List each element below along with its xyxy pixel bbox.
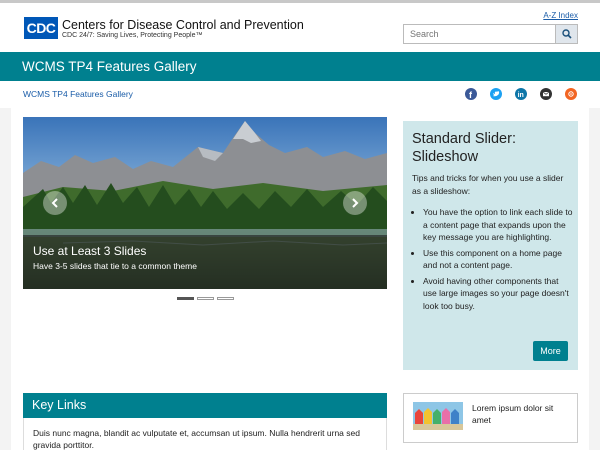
facebook-icon[interactable]: f (465, 88, 477, 100)
tips-list: You have the option to link each slide t… (423, 206, 573, 315)
chevron-right-icon (352, 198, 359, 208)
key-links-header: Key Links (23, 393, 387, 418)
cdc-logo[interactable]: CDC (24, 17, 58, 39)
card-thumbnail (413, 402, 463, 430)
chevron-left-icon (51, 198, 58, 208)
slide-indicator-1[interactable] (177, 297, 194, 300)
email-icon[interactable] (540, 88, 552, 100)
sidebar-intro: Tips and tricks for when you use a slide… (412, 173, 564, 196)
slide-caption-title: Use at Least 3 Slides (33, 244, 147, 258)
twitter-icon[interactable] (490, 88, 502, 100)
site-header: CDC Centers for Disease Control and Prev… (0, 3, 600, 52)
slide-caption: Use at Least 3 Slides Have 3-5 slides th… (23, 235, 387, 289)
slide-indicator-3[interactable] (217, 297, 234, 300)
breadcrumb[interactable]: WCMS TP4 Features Gallery (23, 89, 133, 99)
key-links-body: Duis nunc magna, blandit ac vulputate et… (23, 418, 387, 450)
image-slider[interactable]: Use at Least 3 Slides Have 3-5 slides th… (23, 117, 387, 289)
list-item: Avoid having other components that use l… (423, 275, 573, 313)
key-links-text: Duis nunc magna, blandit ac vulputate et… (33, 428, 360, 450)
page-title: WCMS TP4 Features Gallery (22, 59, 197, 74)
slide-caption-subtitle: Have 3-5 slides that tie to a common the… (33, 261, 197, 271)
org-tagline: CDC 24/7: Saving Lives, Protecting Peopl… (62, 32, 203, 39)
search-icon (561, 29, 572, 39)
search-button[interactable] (555, 24, 578, 44)
org-title[interactable]: Centers for Disease Control and Preventi… (62, 18, 304, 32)
slider-prev-button[interactable] (43, 191, 67, 215)
sidebar-title: Standard Slider: Slideshow (412, 131, 516, 165)
more-button[interactable]: More (533, 341, 568, 361)
list-item: You have the option to link each slide t… (423, 206, 573, 244)
feature-card[interactable]: Lorem ipsum dolor sit amet (403, 393, 578, 443)
svg-text:in: in (518, 92, 524, 99)
slide-indicator-2[interactable] (197, 297, 214, 300)
page-banner: WCMS TP4 Features Gallery (0, 52, 600, 81)
search-input[interactable] (403, 24, 555, 44)
syndicate-icon[interactable] (565, 88, 577, 100)
linkedin-icon[interactable]: in (515, 88, 527, 100)
breadcrumb-bar: WCMS TP4 Features Gallery f in (0, 81, 600, 108)
card-text: Lorem ipsum dolor sit amet (472, 403, 554, 425)
slider-next-button[interactable] (343, 191, 367, 215)
az-index-link[interactable]: A-Z Index (543, 11, 578, 20)
svg-text:f: f (469, 90, 473, 100)
slider-indicators (177, 297, 234, 300)
list-item: Use this component on a home page and no… (423, 247, 573, 272)
key-links-title: Key Links (32, 398, 87, 412)
tips-sidebar: Standard Slider: Slideshow Tips and tric… (403, 121, 578, 370)
